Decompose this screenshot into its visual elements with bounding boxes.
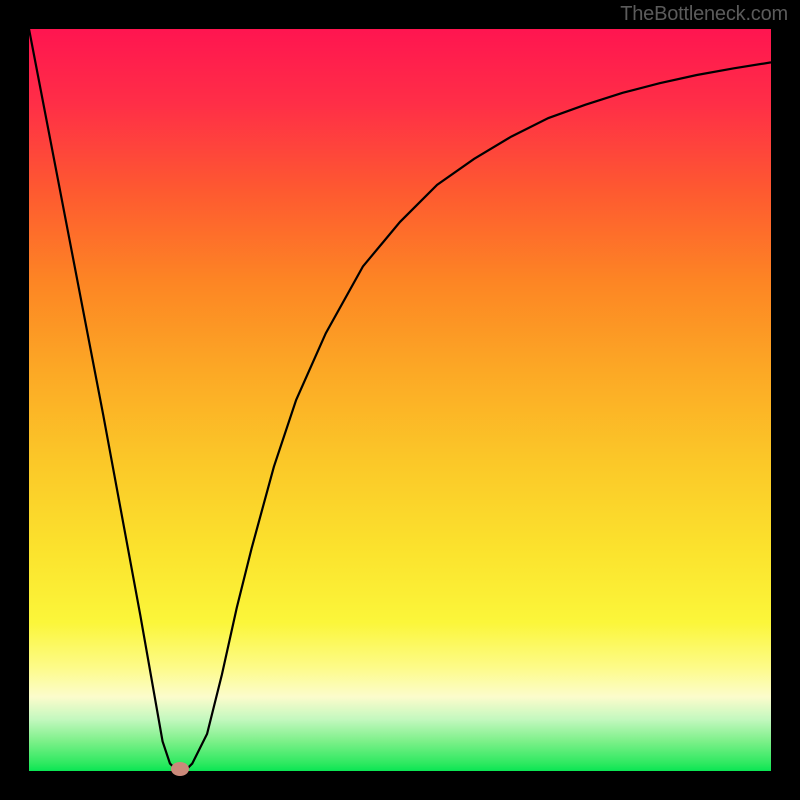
- bottleneck-curve-path: [29, 29, 771, 771]
- chart-line-svg: [29, 29, 771, 771]
- optimum-marker: [171, 762, 189, 776]
- attribution-label: TheBottleneck.com: [620, 3, 788, 26]
- chart-plot-area: [29, 29, 771, 771]
